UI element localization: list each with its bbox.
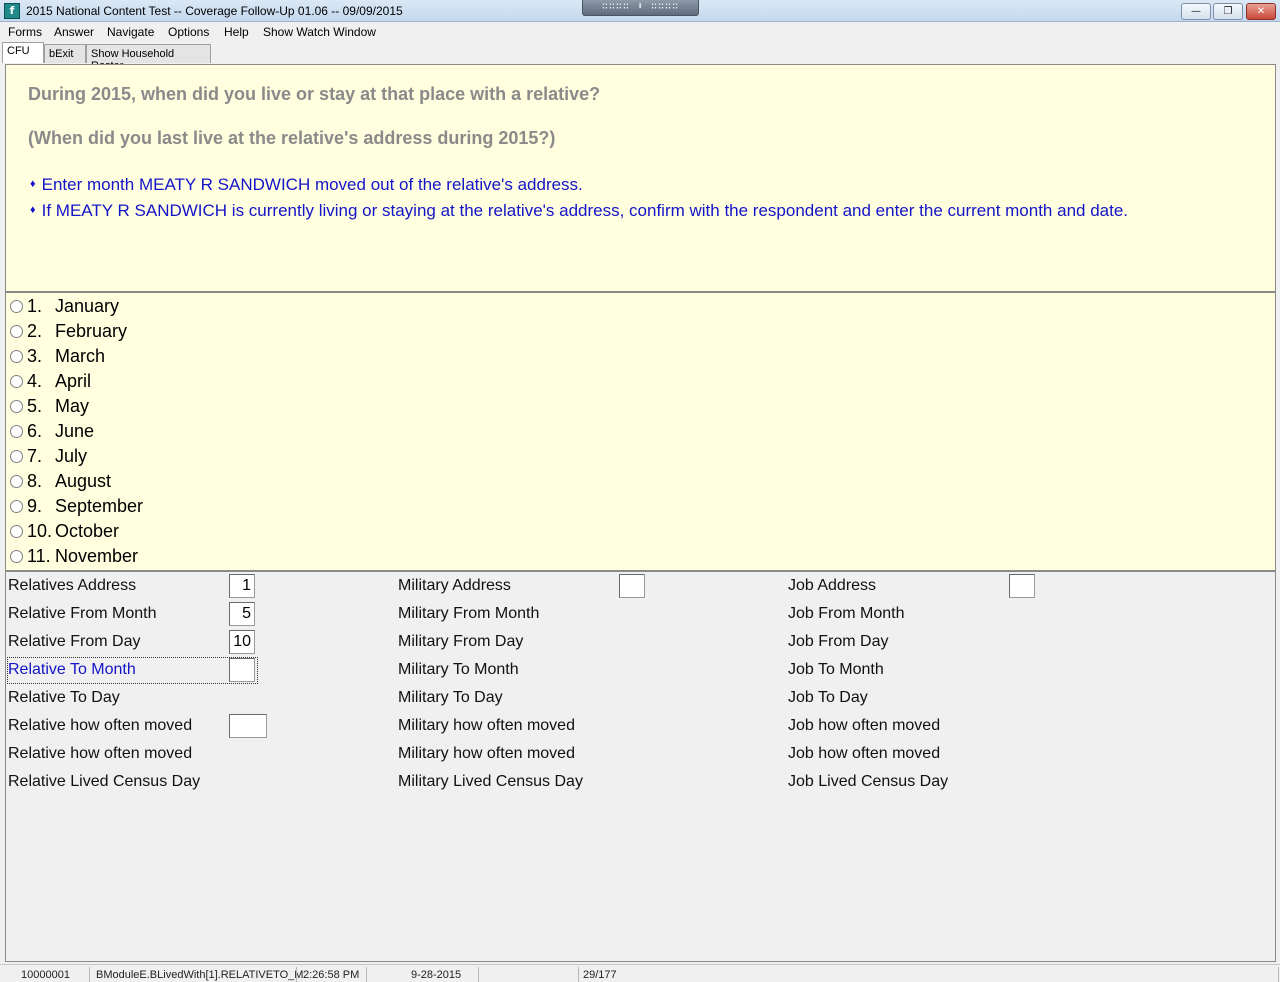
answer-options-panel: 1. January 2. February 3. March 4. April… (5, 292, 1276, 571)
tab-show-household-roster[interactable]: Show Household Roster (86, 44, 211, 72)
option-label: March (55, 346, 106, 366)
option-number: 4. (27, 371, 43, 391)
option-number: 5. (27, 396, 43, 416)
fields-panel: Relatives Address 1 Relative From Month … (5, 571, 1276, 962)
instruction-item: ♦ Enter month MEATY R SANDWICH moved out … (30, 175, 583, 195)
option-label: May (55, 396, 90, 416)
option-number: 3. (27, 346, 43, 366)
status-field-path: BModuleE.BLivedWith[1].RELATIVETO_M (96, 969, 304, 981)
menu-options[interactable]: Options (168, 25, 209, 39)
tab-cfu[interactable]: CFU (2, 42, 44, 63)
field-label-military-from-month: Military From Month (398, 605, 540, 622)
field-label-military-how-often-moved-2: Military how often moved (398, 745, 575, 762)
field-label-job-from-month: Job From Month (788, 605, 905, 622)
radio-button[interactable] (10, 525, 23, 538)
relatives-address-field[interactable]: 1 (229, 574, 255, 598)
restore-button[interactable]: ❐ (1213, 3, 1243, 20)
status-case-id: 10000001 (21, 969, 70, 981)
field-label-job-to-month: Job To Month (788, 661, 884, 678)
relative-how-often-moved-field[interactable] (229, 714, 267, 738)
question-text: During 2015, when did you live or stay a… (28, 84, 601, 104)
option-number: 6. (27, 421, 43, 441)
option-number: 11. (27, 546, 51, 566)
relative-from-day-field[interactable]: 10 (229, 630, 255, 654)
radio-button[interactable] (10, 425, 23, 438)
field-label-military-to-day: Military To Day (398, 689, 503, 706)
menu-bar: Forms Answer Navigate Options Help Show … (0, 22, 1280, 42)
field-label-military-address: Military Address (398, 577, 511, 594)
field-label-relative-to-month: Relative To Month (8, 661, 136, 678)
field-label-relative-from-month: Relative From Month (8, 605, 157, 622)
option-label: June (55, 421, 95, 441)
option-label: September (55, 496, 144, 516)
radio-button[interactable] (10, 550, 23, 563)
relative-from-month-field[interactable]: 5 (229, 602, 255, 626)
field-label-job-how-often-moved: Job how often moved (788, 717, 941, 734)
military-address-field[interactable] (619, 574, 645, 598)
field-label-job-how-often-moved-2: Job how often moved (788, 745, 941, 762)
field-label-military-how-often-moved: Military how often moved (398, 717, 575, 734)
field-label-military-lived-census-day: Military Lived Census Day (398, 773, 583, 790)
status-page-counter: 29/177 (583, 969, 617, 981)
radio-button[interactable] (10, 450, 23, 463)
option-label: April (55, 371, 92, 391)
menu-forms[interactable]: Forms (8, 25, 42, 39)
field-label-military-from-day: Military From Day (398, 633, 524, 650)
close-button[interactable]: ✕ (1246, 3, 1276, 20)
job-address-field[interactable] (1009, 574, 1035, 598)
field-label-military-to-month: Military To Month (398, 661, 519, 678)
question-subtext: (When did you last live at the relative'… (28, 128, 556, 148)
field-label-relative-to-day: Relative To Day (8, 689, 120, 706)
instruction-text: If MEATY R SANDWICH is currently living … (41, 201, 1129, 220)
radio-button[interactable] (10, 325, 23, 338)
field-label-relative-how-often-moved-2: Relative how often moved (8, 745, 193, 762)
status-bar: 10000001 BModuleE.BLivedWith[1].RELATIVE… (0, 964, 1280, 982)
radio-button[interactable] (10, 350, 23, 363)
instruction-item: ♦ If MEATY R SANDWICH is currently living… (30, 201, 1128, 221)
relative-to-month-field[interactable] (229, 658, 255, 682)
menu-answer[interactable]: Answer (54, 25, 94, 39)
instruction-text: Enter month MEATY R SANDWICH moved out o… (41, 175, 583, 194)
field-label-job-lived-census-day: Job Lived Census Day (788, 773, 949, 790)
radio-button[interactable] (10, 300, 23, 313)
option-number: 1. (27, 296, 43, 316)
tab-strip: CFU bExit Show Household Roster (0, 42, 1280, 72)
option-number: 8. (27, 471, 43, 491)
field-label-relative-from-day: Relative From Day (8, 633, 141, 650)
option-label: August (55, 471, 112, 491)
radio-button[interactable] (10, 400, 23, 413)
field-label-relative-how-often-moved: Relative how often moved (8, 717, 193, 734)
menu-show-watch-window[interactable]: Show Watch Window (263, 25, 376, 39)
diamond-bullet-icon: ♦ (30, 178, 36, 190)
option-label: October (55, 521, 120, 541)
option-label: July (55, 446, 88, 466)
field-label-job-from-day: Job From Day (788, 633, 889, 650)
status-date: 9-28-2015 (411, 969, 462, 981)
field-label-relative-lived-census-day: Relative Lived Census Day (8, 773, 201, 790)
status-time: 2:26:58 PM (303, 969, 360, 981)
title-bar: f 2015 National Content Test -- Coverage… (0, 0, 1280, 22)
window-title: 2015 National Content Test -- Coverage F… (26, 4, 403, 18)
tab-bexit[interactable]: bExit (44, 44, 86, 63)
drag-handle-icon[interactable]: ∷∷∷∷ ⬇ ∷∷∷∷ (582, 0, 699, 16)
question-panel: During 2015, when did you live or stay a… (5, 64, 1276, 292)
option-number: 10. (27, 521, 53, 541)
diamond-bullet-icon: ♦ (30, 204, 36, 216)
radio-button[interactable] (10, 500, 23, 513)
field-label-job-to-day: Job To Day (788, 689, 868, 706)
app-icon: f (4, 3, 20, 19)
field-label-job-address: Job Address (788, 577, 877, 594)
radio-button[interactable] (10, 375, 23, 388)
option-label: November (55, 546, 139, 566)
minimize-button[interactable]: — (1181, 3, 1211, 20)
option-label: February (55, 321, 128, 341)
option-number: 2. (27, 321, 43, 341)
menu-help[interactable]: Help (224, 25, 249, 39)
option-number: 9. (27, 496, 43, 516)
option-label: January (55, 296, 120, 316)
option-number: 7. (27, 446, 43, 466)
menu-navigate[interactable]: Navigate (107, 25, 154, 39)
field-label-relatives-address: Relatives Address (8, 577, 137, 594)
radio-button[interactable] (10, 475, 23, 488)
